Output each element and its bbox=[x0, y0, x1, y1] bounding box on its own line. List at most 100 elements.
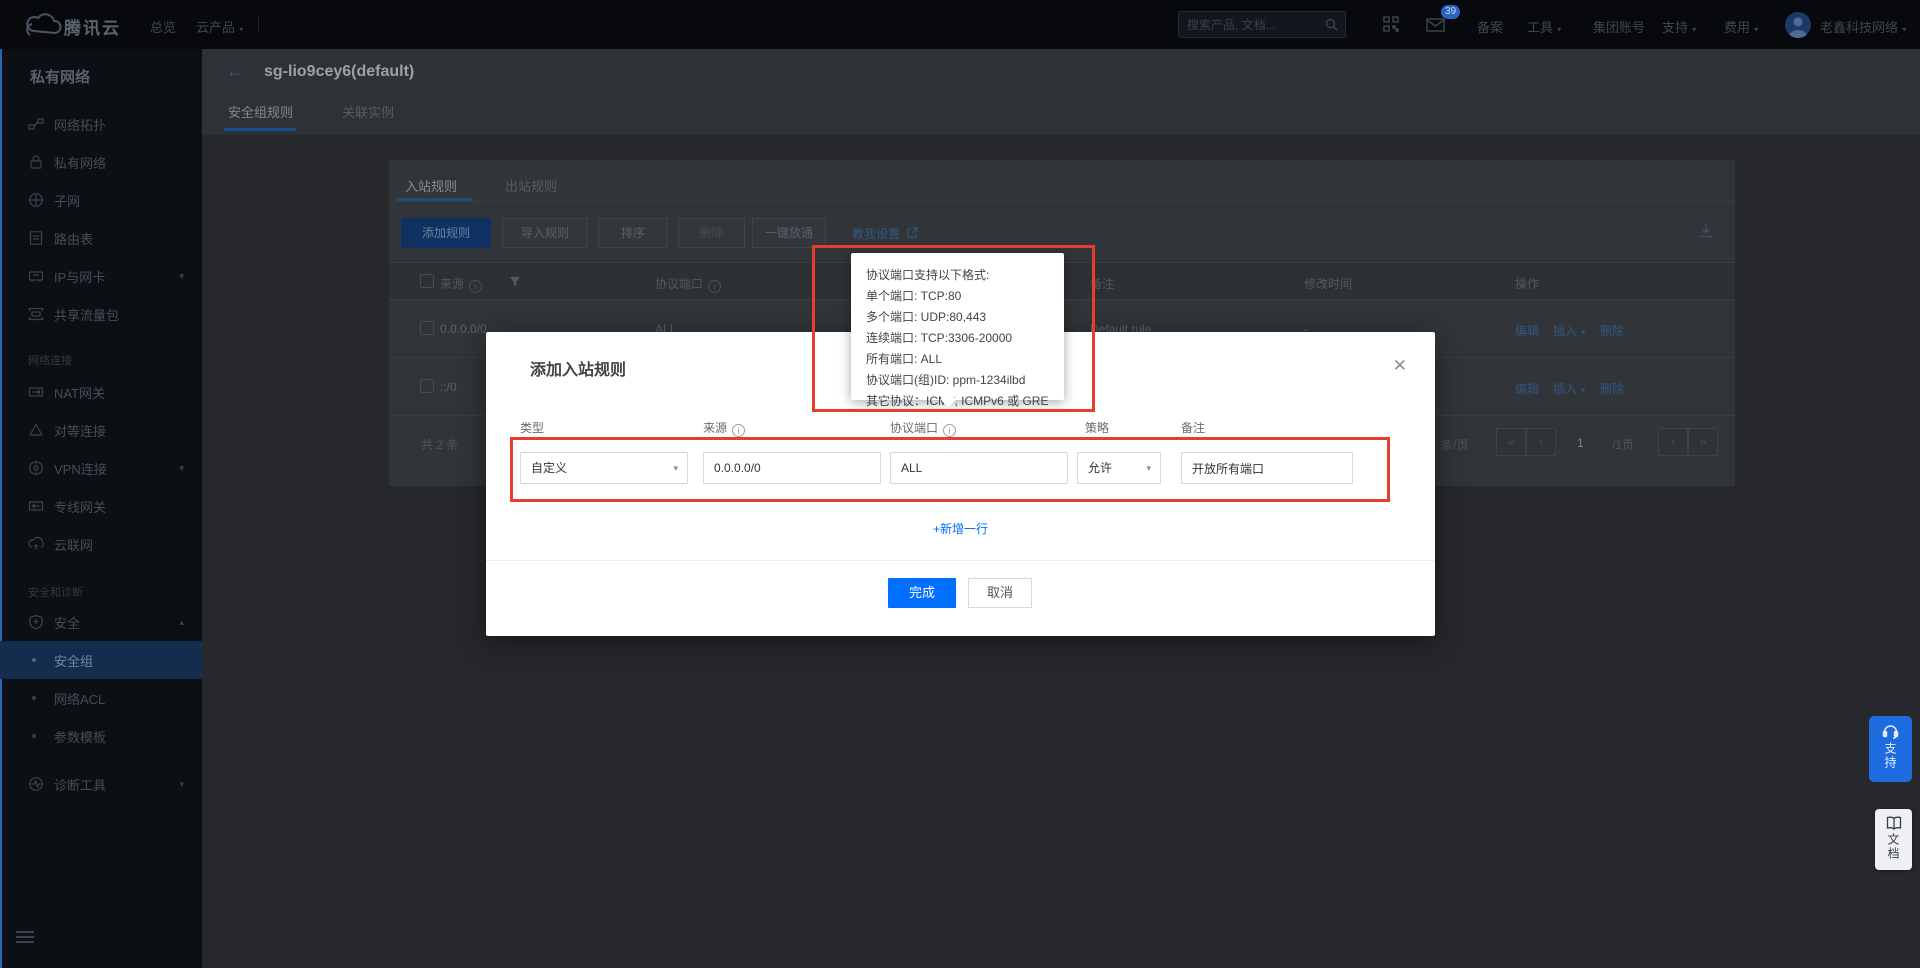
tab-inbound-rules[interactable]: 入站规则 bbox=[405, 176, 457, 195]
import-rule-button[interactable]: 导入规则 bbox=[502, 218, 588, 248]
divider bbox=[486, 560, 1435, 561]
next-page-button[interactable]: › bbox=[1658, 428, 1688, 456]
top-search bbox=[1178, 11, 1346, 38]
qrcode-icon[interactable] bbox=[1383, 16, 1399, 32]
add-rule-button[interactable]: 添加规则 bbox=[401, 218, 491, 248]
topology-icon bbox=[28, 116, 44, 132]
source-input[interactable] bbox=[704, 453, 880, 483]
label-protocol-port: 协议端口i bbox=[890, 419, 956, 437]
logo-text[interactable]: 腾讯云 bbox=[64, 14, 121, 39]
sidebar-item-subnet[interactable]: 子网 bbox=[0, 181, 202, 219]
policy-select[interactable]: 允许 ▾ bbox=[1077, 452, 1161, 484]
row-checkbox[interactable] bbox=[420, 379, 434, 393]
col-modified: 修改时间 bbox=[1304, 275, 1352, 292]
sidebar-item-parameter-template[interactable]: 参数模板 bbox=[0, 717, 202, 755]
sidebar-item-diagnostic-tools[interactable]: 诊断工具 ▾ bbox=[0, 765, 202, 803]
avatar[interactable] bbox=[1785, 12, 1811, 38]
page-total: /1页 bbox=[1612, 436, 1634, 453]
sidebar-item-security[interactable]: 安全 ▴ bbox=[0, 603, 202, 641]
done-button[interactable]: 完成 bbox=[888, 578, 956, 608]
cloud-network-icon bbox=[28, 536, 44, 552]
tab-outbound-rules[interactable]: 出站规则 bbox=[505, 176, 557, 195]
tab-security-group-rules[interactable]: 安全组规则 bbox=[228, 102, 293, 121]
nav-products[interactable]: 云产品▾ bbox=[196, 17, 244, 36]
nav-beian[interactable]: 备案 bbox=[1477, 17, 1503, 36]
add-row-link[interactable]: +新增一行 bbox=[486, 520, 1435, 537]
teach-me-link[interactable]: 教我设置 bbox=[852, 225, 918, 242]
info-icon[interactable]: i bbox=[708, 280, 721, 293]
nav-overview[interactable]: 总览 bbox=[150, 17, 176, 36]
search-input[interactable] bbox=[1187, 12, 1317, 37]
open-all-button[interactable]: 一键放通 bbox=[752, 218, 826, 248]
chevron-down-icon: ▾ bbox=[239, 25, 244, 34]
delete-link[interactable]: 删除 bbox=[1600, 380, 1624, 397]
prev-page-button[interactable]: ‹ bbox=[1526, 428, 1556, 456]
sidebar-item-shared-bandwidth[interactable]: 共享流量包 bbox=[0, 295, 202, 333]
sidebar-item-ccn[interactable]: 云联网 bbox=[0, 525, 202, 563]
nav-tools[interactable]: 工具▾ bbox=[1527, 17, 1562, 36]
direct-connect-icon bbox=[28, 498, 44, 514]
protocol-port-tooltip: 协议端口支持以下格式: 单个端口: TCP:80 多个端口: UDP:80,44… bbox=[851, 253, 1064, 400]
collapse-sidebar-icon[interactable] bbox=[16, 928, 34, 946]
download-icon[interactable] bbox=[1699, 223, 1713, 238]
account-menu[interactable]: 老鑫科技网络▾ bbox=[1820, 17, 1907, 36]
nav-support[interactable]: 支持▾ bbox=[1662, 17, 1697, 36]
divider bbox=[258, 16, 259, 32]
col-remark: 备注 bbox=[1090, 275, 1114, 292]
sidebar-item-peering[interactable]: 对等连接 bbox=[0, 411, 202, 449]
package-icon bbox=[28, 306, 44, 322]
info-icon[interactable]: i bbox=[943, 424, 956, 437]
sidebar-item-vpc[interactable]: 私有网络 bbox=[0, 143, 202, 181]
info-icon[interactable]: i bbox=[469, 280, 482, 293]
chevron-down-icon: ▾ bbox=[179, 779, 184, 790]
filter-icon[interactable] bbox=[509, 276, 521, 288]
tooltip-line: 多个端口: UDP:80,443 bbox=[866, 307, 1049, 328]
sidebar-item-network-acl[interactable]: 网络ACL bbox=[0, 679, 202, 717]
sidebar-group-network-connect: 网络连接 bbox=[28, 352, 72, 368]
insert-link[interactable]: 插入▾ bbox=[1553, 322, 1586, 339]
first-page-button[interactable]: « bbox=[1496, 428, 1526, 456]
support-widget[interactable]: 支持 bbox=[1869, 716, 1912, 782]
close-icon[interactable]: ✕ bbox=[1393, 356, 1407, 376]
insert-link[interactable]: 插入▾ bbox=[1553, 380, 1586, 397]
edit-link[interactable]: 编辑 bbox=[1515, 322, 1539, 339]
page-header: ← sg-lio9cey6(default) 安全组规则 关联实例 bbox=[202, 49, 1920, 135]
search-icon[interactable] bbox=[1325, 18, 1338, 31]
info-icon[interactable]: i bbox=[732, 424, 745, 437]
delete-button[interactable]: 删除 bbox=[678, 218, 745, 248]
sidebar-item-vpn[interactable]: VPN连接 ▾ bbox=[0, 449, 202, 487]
sidebar-item-security-group[interactable]: 安全组 bbox=[0, 641, 202, 679]
last-page-button[interactable]: » bbox=[1688, 428, 1718, 456]
lock-icon bbox=[28, 154, 44, 170]
docs-label: 文档 bbox=[1885, 833, 1902, 861]
back-button[interactable]: ← bbox=[226, 61, 244, 82]
sidebar-item-nat-gateway[interactable]: NAT网关 bbox=[0, 373, 202, 411]
nat-gateway-icon bbox=[28, 384, 44, 400]
edit-link[interactable]: 编辑 bbox=[1515, 380, 1539, 397]
divider bbox=[389, 201, 1735, 202]
chevron-down-icon: ▾ bbox=[673, 453, 678, 483]
type-select[interactable]: 自定义 ▾ bbox=[520, 452, 688, 484]
cancel-button[interactable]: 取消 bbox=[968, 578, 1032, 608]
diagnostic-icon bbox=[28, 776, 44, 792]
protocol-port-input[interactable] bbox=[891, 453, 1067, 483]
col-source: 来源i bbox=[440, 275, 482, 293]
nav-billing[interactable]: 费用▾ bbox=[1724, 17, 1759, 36]
external-link-icon bbox=[906, 227, 918, 239]
sidebar-item-ip-nic[interactable]: IP与网卡 ▾ bbox=[0, 257, 202, 295]
docs-widget[interactable]: 文档 bbox=[1875, 809, 1912, 870]
select-all-checkbox[interactable] bbox=[420, 274, 434, 288]
row-checkbox[interactable] bbox=[420, 321, 434, 335]
label-source: 来源i bbox=[703, 419, 745, 437]
message-count-badge[interactable]: 39 bbox=[1441, 5, 1460, 19]
sidebar-item-route-table[interactable]: 路由表 bbox=[0, 219, 202, 257]
sort-button[interactable]: 排序 bbox=[598, 218, 668, 248]
sidebar-item-network-topology[interactable]: 网络拓扑 bbox=[0, 105, 202, 143]
sidebar-item-direct-connect[interactable]: 专线网关 bbox=[0, 487, 202, 525]
mail-icon[interactable] bbox=[1426, 18, 1445, 32]
remark-input[interactable] bbox=[1182, 453, 1352, 483]
tencent-cloud-console: 腾讯云 总览 云产品▾ 39 备案 工具▾ 集团账号 支持▾ 费用▾ 老鑫科技网… bbox=[0, 0, 1920, 968]
nav-group-account[interactable]: 集团账号 bbox=[1593, 17, 1645, 36]
delete-link[interactable]: 删除 bbox=[1600, 322, 1624, 339]
tab-associated-instances[interactable]: 关联实例 bbox=[342, 102, 394, 121]
